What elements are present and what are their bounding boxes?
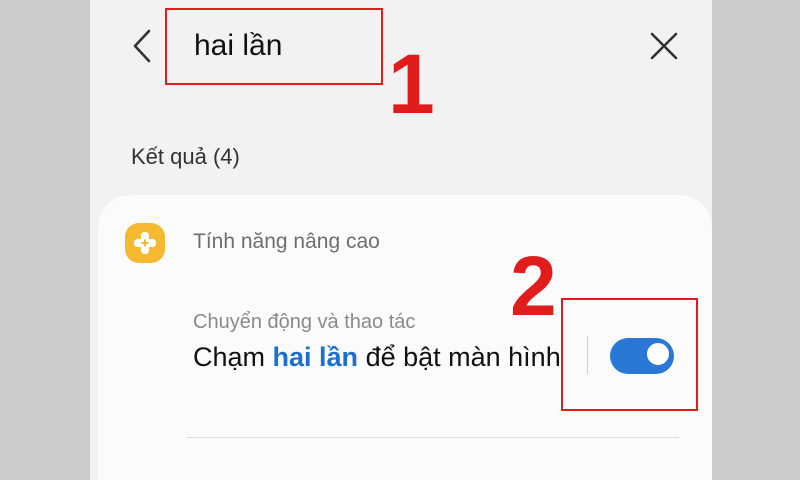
back-button[interactable] bbox=[122, 26, 162, 66]
setting-title-highlight: hai lần bbox=[272, 342, 359, 372]
setting-title-after: để bật màn hình bbox=[358, 342, 561, 372]
clear-search-button[interactable] bbox=[644, 26, 684, 66]
setting-path: Chuyển động và thao tác bbox=[193, 311, 416, 333]
annotation-number-2: 2 bbox=[510, 239, 557, 333]
annotation-box-search bbox=[165, 8, 383, 85]
setting-title-before: Chạm bbox=[193, 342, 273, 372]
close-icon bbox=[650, 32, 678, 60]
results-count: Kết quả (4) bbox=[131, 144, 240, 169]
setting-title[interactable]: Chạm hai lần để bật màn hình bbox=[193, 340, 563, 374]
gear-plus-icon bbox=[133, 231, 157, 255]
screenshot-stage: hai lần Kết quả (4) Tính năng nâng cao C… bbox=[0, 0, 800, 480]
category-icon-badge bbox=[125, 223, 165, 263]
annotation-box-toggle bbox=[561, 298, 698, 411]
chevron-left-icon bbox=[133, 29, 151, 63]
category-label: Tính năng nâng cao bbox=[193, 230, 380, 253]
annotation-number-1: 1 bbox=[388, 37, 435, 131]
result-divider bbox=[187, 437, 679, 438]
